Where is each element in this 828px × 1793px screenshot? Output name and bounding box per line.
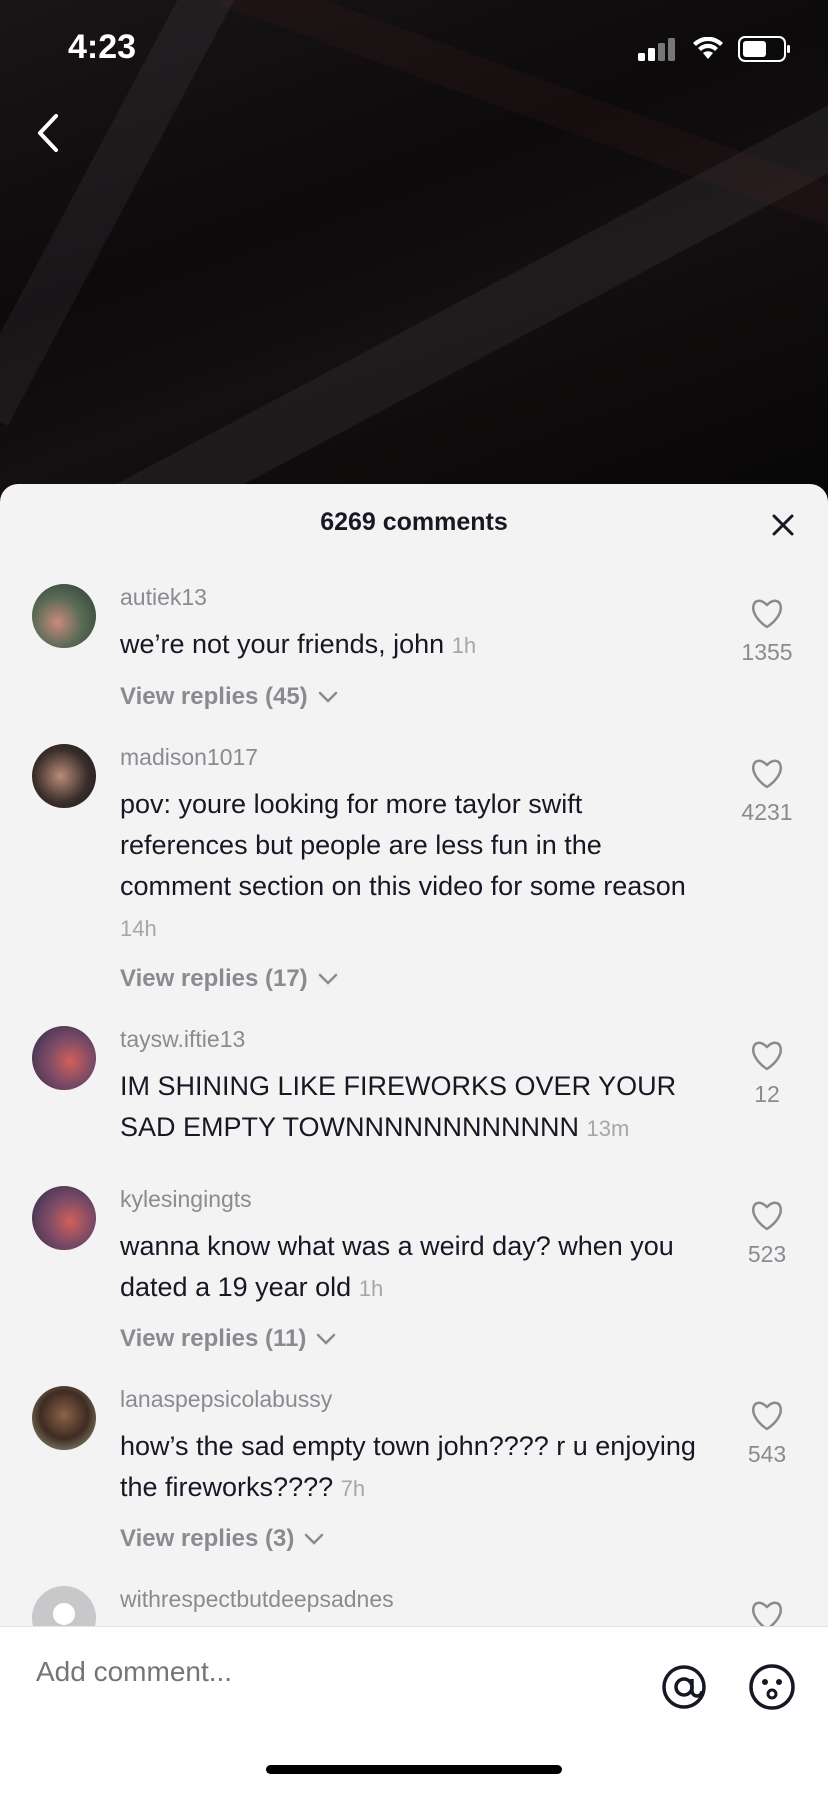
- view-replies-label: View replies (11): [120, 1325, 307, 1352]
- video-background[interactable]: [0, 0, 828, 500]
- avatar[interactable]: [32, 744, 96, 808]
- view-replies-button[interactable]: View replies (45): [120, 683, 340, 711]
- back-chevron-left-icon[interactable]: [30, 108, 70, 158]
- heart-icon: [752, 759, 782, 789]
- like-button[interactable]: 523: [732, 1198, 802, 1268]
- comment-username[interactable]: taysw.iftie13: [120, 1026, 245, 1053]
- comment-body: wanna know what was a weird day? when yo…: [120, 1231, 674, 1302]
- at-sign-icon[interactable]: [660, 1663, 708, 1711]
- comment-body: pov: youre looking for more taylor swift…: [120, 789, 686, 901]
- comment-time: 13m: [586, 1116, 630, 1141]
- like-count: 4231: [741, 799, 793, 825]
- like-count: 1355: [741, 639, 793, 665]
- battery-icon: [738, 36, 790, 62]
- comment-body: how’s the sad empty town john???? r u en…: [120, 1431, 696, 1502]
- signal-icon: [638, 38, 675, 61]
- like-count: 12: [754, 1081, 780, 1107]
- close-icon[interactable]: [768, 510, 798, 540]
- comment-text: how’s the sad empty town john???? r u en…: [120, 1426, 700, 1509]
- home-indicator[interactable]: [266, 1765, 562, 1774]
- chevron-down-icon: [318, 691, 337, 703]
- view-replies-button[interactable]: View replies (3): [120, 1525, 326, 1553]
- like-button[interactable]: 1355: [732, 596, 802, 666]
- comment-time: 1h: [358, 1276, 384, 1301]
- comment-username[interactable]: autiek13: [120, 584, 207, 611]
- like-button[interactable]: 12: [732, 1038, 802, 1108]
- comment-username[interactable]: madison1017: [120, 744, 258, 771]
- comment-time: 7h: [340, 1476, 366, 1501]
- like-count: 543: [747, 1441, 787, 1467]
- avatar[interactable]: [32, 1186, 96, 1250]
- comment-username[interactable]: withrespectbutdeepsadnes: [120, 1586, 394, 1613]
- view-replies-label: View replies (45): [120, 683, 308, 710]
- chevron-down-icon: [305, 1533, 324, 1545]
- comment-text: wanna know what was a weird day? when yo…: [120, 1226, 700, 1309]
- status-time: 4:23: [68, 28, 137, 66]
- view-replies-button[interactable]: View replies (17): [120, 965, 340, 993]
- view-replies-label: View replies (17): [120, 965, 308, 992]
- chevron-down-icon: [318, 973, 337, 985]
- comment-body: we’re not your friends, john: [120, 629, 445, 659]
- comment-text: we’re not your friends, john 1h: [120, 624, 700, 666]
- comment-username[interactable]: kylesingingts: [120, 1186, 252, 1213]
- comment-username[interactable]: lanaspepsicolabussy: [120, 1386, 332, 1413]
- heart-icon: [752, 1401, 782, 1431]
- add-comment-input[interactable]: [34, 1655, 598, 1689]
- like-button[interactable]: 543: [732, 1398, 802, 1468]
- chevron-down-icon: [317, 1333, 336, 1345]
- like-count: 523: [747, 1241, 787, 1267]
- comments-count-title: 6269 comments: [320, 508, 508, 536]
- emoji-icon[interactable]: [748, 1663, 796, 1711]
- heart-icon: [752, 1041, 782, 1071]
- comment-time: 14h: [120, 916, 157, 941]
- comments-sheet: 6269 comments autiek13 we’re not your fr…: [0, 484, 828, 1792]
- avatar[interactable]: [32, 1386, 96, 1450]
- view-replies-button[interactable]: View replies (11): [120, 1325, 338, 1353]
- comment-time: 1h: [451, 633, 477, 658]
- view-replies-label: View replies (3): [120, 1525, 295, 1552]
- status-icons: [638, 36, 792, 62]
- avatar[interactable]: [32, 1026, 96, 1090]
- wifi-icon: [693, 37, 723, 59]
- comment-text: pov: youre looking for more taylor swift…: [120, 784, 700, 949]
- comment-text: IM SHINING LIKE FIREWORKS OVER YOUR SAD …: [120, 1066, 700, 1149]
- heart-icon: [752, 599, 782, 629]
- like-button[interactable]: 4231: [732, 756, 802, 826]
- avatar[interactable]: [32, 584, 96, 648]
- heart-icon: [752, 1201, 782, 1231]
